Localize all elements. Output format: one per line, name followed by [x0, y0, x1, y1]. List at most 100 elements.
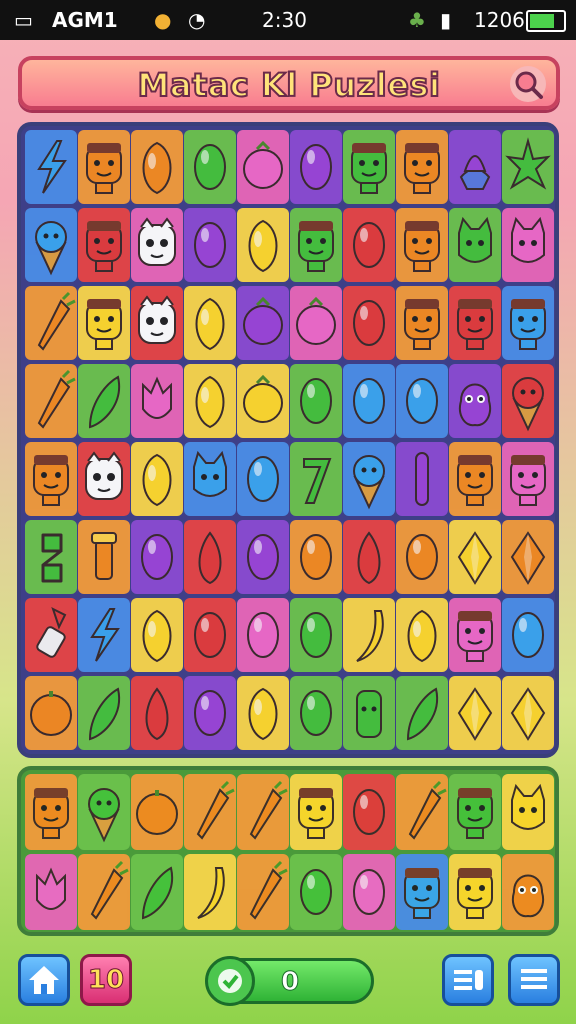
tray-cell[interactable]	[502, 774, 554, 850]
board-cell[interactable]	[502, 442, 554, 516]
tray-cell[interactable]	[290, 774, 342, 850]
tray-cell[interactable]	[184, 774, 236, 850]
board-cell[interactable]	[184, 520, 236, 594]
board-cell[interactable]	[290, 208, 342, 282]
board-cell[interactable]	[78, 364, 130, 438]
board-cell[interactable]	[343, 598, 395, 672]
tray-cell[interactable]	[449, 854, 501, 930]
tray-cell[interactable]	[78, 774, 130, 850]
board-cell[interactable]	[78, 676, 130, 750]
board-cell[interactable]	[343, 442, 395, 516]
board-cell[interactable]	[25, 130, 77, 204]
board-cell[interactable]	[449, 364, 501, 438]
board-cell[interactable]	[25, 364, 77, 438]
tray-cell[interactable]	[290, 854, 342, 930]
board-cell[interactable]	[502, 286, 554, 360]
board-cell[interactable]	[131, 442, 183, 516]
tray-cell[interactable]	[131, 854, 183, 930]
board-cell[interactable]	[184, 286, 236, 360]
board-cell[interactable]	[131, 130, 183, 204]
board-cell[interactable]	[502, 520, 554, 594]
board-cell[interactable]	[78, 520, 130, 594]
list-button[interactable]	[442, 954, 494, 1006]
tray-cell[interactable]	[131, 774, 183, 850]
board-cell[interactable]	[343, 208, 395, 282]
board-cell[interactable]	[396, 130, 448, 204]
board-cell[interactable]	[237, 286, 289, 360]
board-cell[interactable]	[78, 598, 130, 672]
board-cell[interactable]	[502, 676, 554, 750]
board-cell[interactable]	[290, 364, 342, 438]
board-cell[interactable]	[449, 676, 501, 750]
board-cell[interactable]	[396, 520, 448, 594]
board-cell[interactable]	[449, 442, 501, 516]
board-cell[interactable]	[343, 520, 395, 594]
board-cell[interactable]	[343, 364, 395, 438]
board-cell[interactable]	[25, 520, 77, 594]
board-cell[interactable]	[78, 208, 130, 282]
board-cell[interactable]	[502, 208, 554, 282]
board-cell[interactable]	[290, 442, 342, 516]
board-cell[interactable]	[449, 208, 501, 282]
board-cell[interactable]	[396, 208, 448, 282]
board-cell[interactable]	[78, 130, 130, 204]
board-cell[interactable]	[502, 364, 554, 438]
board-cell[interactable]	[184, 364, 236, 438]
board-cell[interactable]	[184, 130, 236, 204]
board-cell[interactable]	[237, 598, 289, 672]
tray-cell[interactable]	[396, 854, 448, 930]
board-cell[interactable]	[502, 598, 554, 672]
board-cell[interactable]	[343, 130, 395, 204]
board-cell[interactable]	[78, 442, 130, 516]
board-cell[interactable]	[237, 520, 289, 594]
board-cell[interactable]	[25, 208, 77, 282]
tray-cell[interactable]	[502, 854, 554, 930]
tray-cell[interactable]	[184, 854, 236, 930]
board-cell[interactable]	[78, 286, 130, 360]
board-cell[interactable]	[343, 676, 395, 750]
search-button[interactable]	[510, 66, 546, 102]
tray-cell[interactable]	[25, 774, 77, 850]
board-cell[interactable]	[131, 364, 183, 438]
board-cell[interactable]	[237, 442, 289, 516]
board-cell[interactable]	[25, 442, 77, 516]
board-cell[interactable]	[449, 520, 501, 594]
board-cell[interactable]	[184, 676, 236, 750]
tray-cell[interactable]	[78, 854, 130, 930]
board-cell[interactable]	[184, 208, 236, 282]
board-cell[interactable]	[184, 442, 236, 516]
board-cell[interactable]	[396, 286, 448, 360]
board-cell[interactable]	[131, 598, 183, 672]
board-cell[interactable]	[396, 364, 448, 438]
board-cell[interactable]	[290, 286, 342, 360]
board-cell[interactable]	[449, 286, 501, 360]
tray-cell[interactable]	[343, 774, 395, 850]
board-cell[interactable]	[502, 130, 554, 204]
board-cell[interactable]	[237, 364, 289, 438]
board-cell[interactable]	[343, 286, 395, 360]
board-cell[interactable]	[25, 286, 77, 360]
board-cell[interactable]	[131, 286, 183, 360]
tray-cell[interactable]	[237, 774, 289, 850]
board-cell[interactable]	[131, 520, 183, 594]
board-cell[interactable]	[131, 676, 183, 750]
board-cell[interactable]	[396, 442, 448, 516]
menu-button[interactable]	[508, 954, 560, 1006]
board-cell[interactable]	[237, 676, 289, 750]
board-cell[interactable]	[396, 676, 448, 750]
board-cell[interactable]	[25, 676, 77, 750]
board-cell[interactable]	[184, 598, 236, 672]
tray-cell[interactable]	[449, 774, 501, 850]
board-cell[interactable]	[449, 598, 501, 672]
board-cell[interactable]	[449, 130, 501, 204]
board-cell[interactable]	[290, 598, 342, 672]
tray-cell[interactable]	[396, 774, 448, 850]
board-cell[interactable]	[290, 130, 342, 204]
board-cell[interactable]	[131, 208, 183, 282]
board-cell[interactable]	[290, 676, 342, 750]
board-cell[interactable]	[396, 598, 448, 672]
home-button[interactable]	[18, 954, 70, 1006]
board-cell[interactable]	[237, 208, 289, 282]
tray-cell[interactable]	[25, 854, 77, 930]
tray-cell[interactable]	[343, 854, 395, 930]
